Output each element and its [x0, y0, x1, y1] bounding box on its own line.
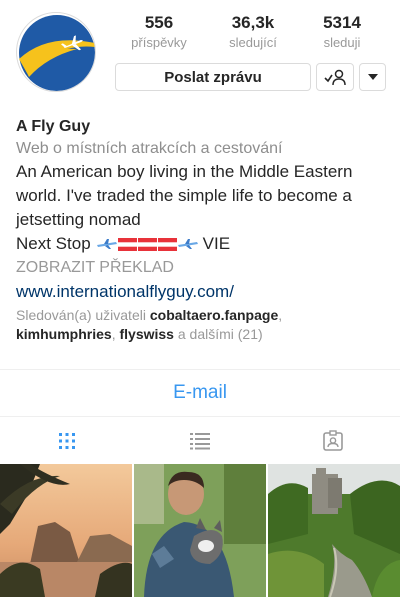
followed-by-suffix: a dalšími (21) — [177, 326, 263, 342]
tab-grid[interactable] — [0, 418, 133, 464]
austria-flag-icon — [117, 237, 137, 251]
stat-following-value: 5314 — [323, 13, 361, 32]
next-stop-label: Next Stop — [16, 234, 91, 253]
tab-list[interactable] — [133, 418, 266, 464]
profile-stats: 556 příspěvky 36,3k sledující 5314 sledu… — [112, 12, 392, 56]
man-with-cat-photo — [134, 464, 266, 597]
following-button[interactable] — [316, 63, 354, 91]
stat-followers-label: sledující — [229, 35, 277, 50]
list-icon — [189, 433, 210, 450]
followed-by-prefix: Sledován(a) uživateli — [16, 307, 146, 323]
next-stop-destination: VIE — [202, 234, 231, 253]
grid-photo-lagoon[interactable] — [0, 464, 132, 597]
chevron-down-icon — [367, 74, 378, 80]
photo-grid — [0, 464, 400, 597]
email-button[interactable]: E-mail — [0, 369, 400, 417]
next-stop-line: Next Stop VIE — [16, 232, 386, 256]
lagoon-photo — [0, 464, 132, 597]
followed-by-user[interactable]: cobaltaero.fanpage — [150, 307, 278, 323]
plane-logo-icon — [19, 15, 95, 91]
airplane-icon — [96, 239, 117, 249]
avatar[interactable] — [16, 12, 96, 92]
stat-followers[interactable]: 36,3k sledující — [206, 12, 300, 52]
stat-followers-value: 36,3k — [231, 13, 275, 32]
followed-by-text[interactable]: Sledován(a) uživateli cobaltaero.fanpage… — [16, 306, 386, 344]
email-button-label: E-mail — [173, 382, 227, 403]
following-check-icon — [324, 69, 346, 86]
stat-following[interactable]: 5314 sleduji — [295, 12, 389, 52]
stat-posts-value: 556 — [144, 13, 174, 32]
stat-following-label: sleduji — [323, 35, 361, 50]
followed-by-user[interactable]: flyswiss — [119, 326, 173, 342]
profile-category: Web o místních atrakcích a cestování — [16, 140, 283, 157]
grid-photo-castle-path[interactable] — [268, 464, 400, 597]
austria-flag-icon — [137, 237, 157, 251]
website-link[interactable]: www.internationalflyguy.com/ — [16, 280, 386, 304]
followed-by-user[interactable]: kimhumphries — [16, 326, 112, 342]
grid-photo-man-with-cat[interactable] — [134, 464, 266, 597]
send-message-button[interactable]: Poslat zprávu — [115, 63, 311, 91]
see-translation-link[interactable]: ZOBRAZIT PŘEKLAD — [16, 256, 386, 280]
stat-posts[interactable]: 556 příspěvky — [112, 12, 206, 52]
bio-line-1: An American boy living in the Middle Eas… — [16, 162, 353, 181]
austria-flag-icon — [157, 237, 177, 251]
stat-posts-label: příspěvky — [131, 35, 187, 50]
tab-tagged[interactable] — [267, 418, 400, 464]
airplane-icon — [177, 239, 198, 249]
next-stop-emoji — [96, 237, 199, 251]
profile-name: A Fly Guy — [16, 118, 91, 135]
bio-line-2: world. I've traded the simple life to be… — [16, 186, 352, 205]
profile-header: 556 příspěvky 36,3k sledující 5314 sledu… — [0, 0, 400, 110]
more-options-button[interactable] — [359, 63, 386, 91]
grid-icon — [58, 433, 75, 449]
profile-bio: A Fly Guy Web o místních atrakcích a ces… — [16, 116, 386, 344]
castle-path-photo — [268, 464, 400, 597]
profile-tabs — [0, 418, 400, 464]
bio-line-3: jetsetting nomad — [16, 210, 141, 229]
tagged-icon — [323, 430, 344, 451]
